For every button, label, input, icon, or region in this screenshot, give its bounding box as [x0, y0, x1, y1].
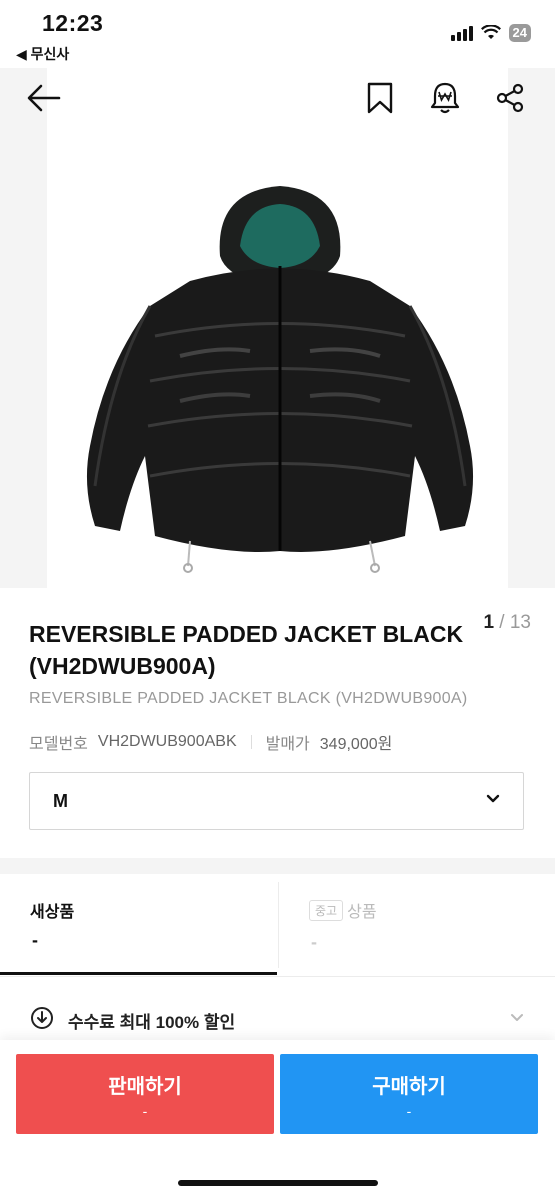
status-bar: 12:23 ◀ 무신사 24: [0, 0, 555, 68]
product-subtitle: REVERSIBLE PADDED JACKET BLACK (VH2DWUB9…: [29, 690, 468, 707]
buy-button[interactable]: 구매하기 -: [280, 1054, 538, 1134]
tab-used-label-group: 중고 상품: [309, 898, 377, 922]
wifi-icon: [480, 25, 501, 39]
battery-indicator: 24: [508, 24, 531, 42]
bookmark-icon: [367, 82, 393, 114]
arrow-left-icon: [27, 84, 61, 112]
size-select[interactable]: M: [29, 772, 524, 830]
sell-button[interactable]: 판매하기 -: [16, 1054, 274, 1134]
model-number-label: 모델번호: [29, 736, 88, 753]
buy-button-price: -: [406, 1103, 412, 1119]
system-icons: 24: [450, 24, 531, 42]
product-title: REVERSIBLE PADDED JACKET BLACK (VH2DWUB9…: [29, 621, 464, 679]
share-icon: [496, 83, 524, 113]
release-price-value: 349,000원: [319, 736, 393, 753]
condition-tabs: 새상품 - 중고 상품 -: [0, 874, 555, 977]
product-image-gallery[interactable]: 1 / 13: [0, 68, 555, 633]
back-button[interactable]: [26, 80, 62, 116]
bookmark-button[interactable]: [362, 80, 398, 116]
tab-used-price: -: [311, 932, 317, 952]
active-tab-indicator: [0, 972, 277, 975]
chevron-down-icon: [486, 794, 500, 803]
discount-badge-icon: [31, 1007, 53, 1029]
price-alert-button[interactable]: [427, 80, 463, 116]
section-divider: [0, 858, 555, 874]
sell-button-price: -: [142, 1103, 148, 1119]
tab-used-product[interactable]: 중고 상품 -: [278, 882, 555, 968]
model-number-value: VH2DWUB900ABK: [97, 733, 237, 750]
product-image: [86, 186, 474, 573]
signal-icon: [450, 25, 473, 41]
used-badge: 중고: [309, 899, 344, 921]
product-meta: 모델번호 VH2DWUB900ABK 발매가 349,000원: [29, 730, 392, 754]
sell-button-label: 판매하기: [108, 1076, 182, 1098]
meta-divider: [250, 735, 252, 749]
chevron-down-icon: [511, 1014, 523, 1021]
price-alert-bell-icon: [430, 82, 460, 114]
home-indicator[interactable]: [178, 1180, 378, 1186]
release-price-label: 발매가: [265, 736, 310, 753]
fee-discount-text: 수수료 최대 100% 할인: [68, 1013, 236, 1032]
tab-used-label: 상품: [347, 904, 377, 921]
clock: 12:23: [42, 10, 104, 36]
buy-button-label: 구매하기: [372, 1076, 446, 1098]
share-button[interactable]: [492, 80, 528, 116]
tab-new-price: -: [32, 930, 38, 950]
bottom-action-bar: 판매하기 - 구매하기 -: [0, 1040, 555, 1200]
fee-discount-row[interactable]: 수수료 최대 100% 할인: [0, 994, 555, 1044]
tab-new-label: 새상품: [30, 904, 75, 921]
tab-new-product[interactable]: 새상품 -: [0, 874, 277, 976]
size-select-value: M: [53, 791, 68, 811]
back-to-app-link[interactable]: ◀ 무신사: [16, 44, 69, 64]
